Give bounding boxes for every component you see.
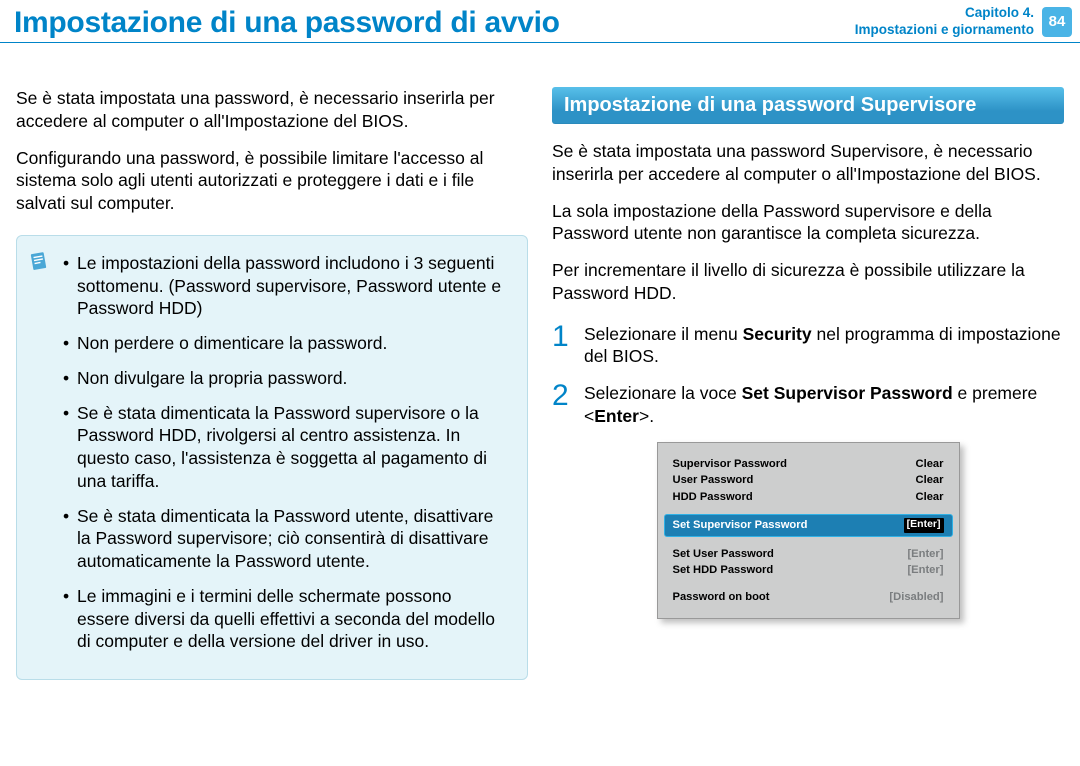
callout-item: Le immagini e i termini delle schermate … [63, 585, 507, 653]
intro-paragraph-1: Se è stata impostata una password, è nec… [16, 87, 528, 133]
section-header: Impostazione di una password Supervisore [552, 87, 1064, 124]
callout-list: Le impostazioni della password includono… [63, 252, 507, 653]
bios-label: Password on boot [673, 590, 770, 605]
bios-row: Set HDD Password [Enter] [673, 562, 944, 579]
chapter-line1: Capitolo 4. [855, 5, 1034, 22]
right-p3: Per incrementare il livello di sicurezza… [552, 259, 1064, 305]
callout-text: Le immagini e i termini delle schermate … [77, 586, 495, 652]
left-column: Se è stata impostata una password, è nec… [16, 87, 528, 680]
callout-item: Se è stata dimenticata la Password super… [63, 402, 507, 493]
bios-selected-row: Set Supervisor Password [Enter] [664, 514, 953, 537]
bios-label: User Password [673, 473, 754, 488]
step-text: Selezionare la voce Set Supervisor Passw… [584, 382, 1064, 428]
bios-value: [Enter] [907, 547, 943, 562]
note-icon [29, 251, 49, 271]
bios-row: Supervisor Password Clear [673, 456, 944, 473]
callout-item: Le impostazioni della password includono… [63, 252, 507, 320]
page-header: Impostazione di una password di avvio Ca… [0, 0, 1080, 42]
bios-gap [673, 579, 944, 589]
bios-value: Clear [916, 490, 944, 505]
step-number: 2 [552, 382, 572, 409]
bios-label: Set HDD Password [673, 563, 774, 578]
callout-item: Non divulgare la propria password. [63, 367, 507, 390]
bios-row: HDD Password Clear [673, 489, 944, 506]
right-p2: La sola impostazione della Password supe… [552, 200, 1064, 246]
step-text-bold2: Enter [594, 406, 639, 426]
callout-text: Se è stata dimenticata la Password utent… [77, 506, 493, 572]
bios-row: Set User Password [Enter] [673, 546, 944, 563]
callout-text: Se è stata dimenticata la Password super… [77, 403, 487, 491]
bios-value: Clear [916, 457, 944, 472]
callout-text: Le impostazioni della password includono… [77, 253, 501, 319]
callout-text: Non divulgare la propria password. [77, 368, 347, 388]
step-text-bold: Set Supervisor Password [742, 383, 953, 403]
bios-label: Set User Password [673, 547, 774, 562]
page-title: Impostazione di una password di avvio [14, 3, 560, 42]
step-number: 1 [552, 323, 572, 350]
right-p1: Se è stata impostata una password Superv… [552, 140, 1064, 186]
step-1: 1 Selezionare il menu Security nel progr… [552, 323, 1064, 369]
content-area: Se è stata impostata una password, è nec… [0, 43, 1080, 680]
steps-list: 1 Selezionare il menu Security nel progr… [552, 323, 1064, 428]
step-text-pre: Selezionare la voce [584, 383, 742, 403]
bios-row: User Password Clear [673, 472, 944, 489]
callout-item: Non perdere o dimenticare la password. [63, 332, 507, 355]
bios-value: [Disabled] [889, 590, 943, 605]
step-2: 2 Selezionare la voce Set Supervisor Pas… [552, 382, 1064, 428]
step-text: Selezionare il menu Security nel program… [584, 323, 1064, 369]
right-column: Impostazione di una password Supervisore… [552, 87, 1064, 680]
bios-value-selected: [Enter] [904, 518, 944, 533]
step-text-bold: Security [743, 324, 812, 344]
info-callout: Le impostazioni della password includono… [16, 235, 528, 680]
step-text-post: >. [639, 406, 654, 426]
bios-label: Supervisor Password [673, 457, 787, 472]
bios-screenshot: Supervisor Password Clear User Password … [657, 442, 960, 620]
intro-paragraph-2: Configurando una password, è possibile l… [16, 147, 528, 215]
chapter-block: Capitolo 4. Impostazioni e giornamento 8… [855, 5, 1080, 39]
bios-label: Set Supervisor Password [673, 518, 808, 533]
bios-label: HDD Password [673, 490, 753, 505]
page-number: 84 [1042, 7, 1072, 37]
chapter-text: Capitolo 4. Impostazioni e giornamento [855, 5, 1034, 39]
bios-value: Clear [916, 473, 944, 488]
bios-row: Password on boot [Disabled] [673, 589, 944, 606]
step-text-pre: Selezionare il menu [584, 324, 743, 344]
bios-value: [Enter] [907, 563, 943, 578]
chapter-line2: Impostazioni e giornamento [855, 22, 1034, 39]
callout-item: Se è stata dimenticata la Password utent… [63, 505, 507, 573]
callout-text: Non perdere o dimenticare la password. [77, 333, 387, 353]
